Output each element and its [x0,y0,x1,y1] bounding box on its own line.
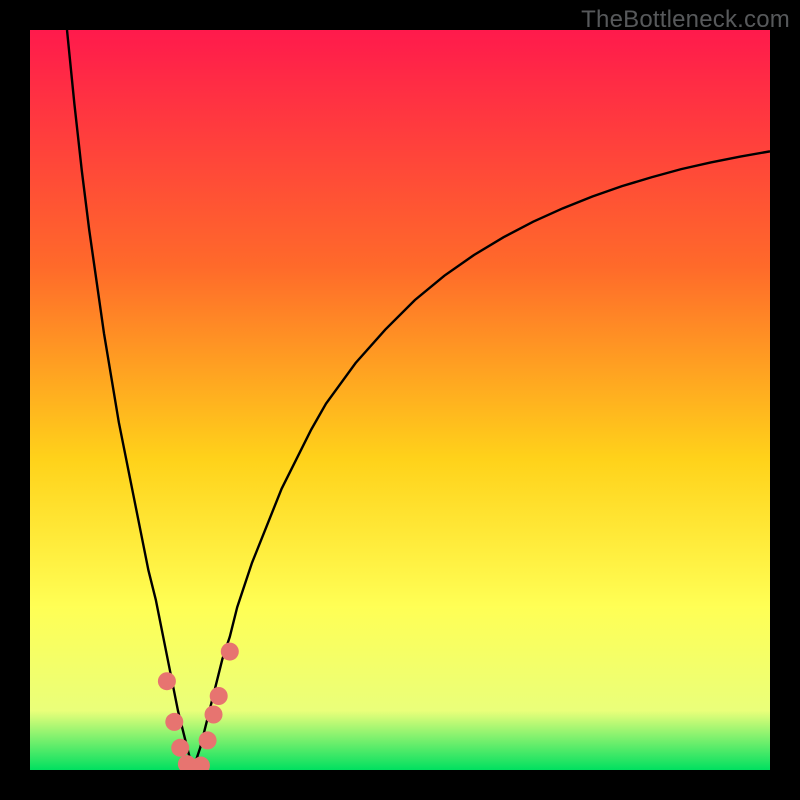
data-marker-6 [199,731,217,749]
data-marker-0 [158,672,176,690]
data-marker-9 [221,643,239,661]
bottleneck-chart [30,30,770,770]
gradient-background [30,30,770,770]
data-marker-7 [205,706,223,724]
outer-frame: TheBottleneck.com [0,0,800,800]
data-marker-1 [165,713,183,731]
data-marker-2 [171,739,189,757]
data-marker-8 [210,687,228,705]
